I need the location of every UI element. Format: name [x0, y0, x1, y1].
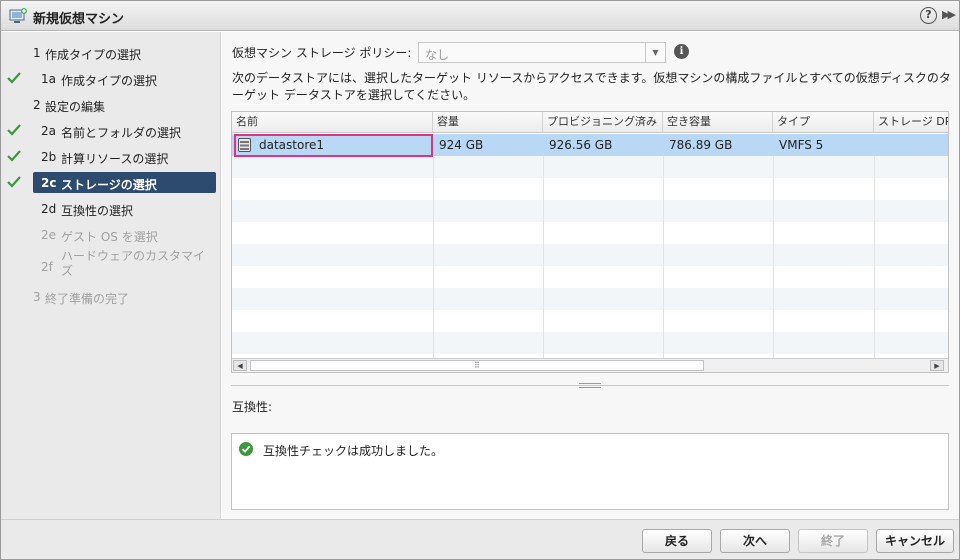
- panel-splitter[interactable]: [231, 383, 949, 389]
- scrollbar-thumb[interactable]: ⠿: [250, 360, 704, 371]
- help-icon[interactable]: ?: [920, 7, 937, 24]
- compatibility-result-box: 互換性チェックは成功しました。: [231, 433, 949, 510]
- step-label: ハードウェアのカスタマイズ: [61, 249, 206, 278]
- step-label: 作成タイプの選択: [45, 48, 142, 62]
- step-number: 2b: [41, 150, 57, 164]
- step-2e: 2e ゲスト OS を選択: [1, 224, 221, 246]
- step-2b[interactable]: 2b 計算リソースの選択: [1, 146, 221, 168]
- empty-row: [232, 178, 948, 200]
- step-number: 2e: [41, 228, 57, 242]
- storage-policy-label: 仮想マシン ストレージ ポリシー:: [232, 46, 412, 60]
- step-label: 終了準備の完了: [45, 292, 130, 306]
- storage-selection-panel: 仮想マシン ストレージ ポリシー: なし ▼ i 次のデータストアには、選択した…: [222, 32, 959, 519]
- check-icon: [7, 176, 21, 188]
- datastore-provisioned: 926.56 GB: [549, 138, 613, 152]
- step-number: 3: [33, 290, 41, 304]
- step-label: ストレージの選択: [61, 178, 157, 192]
- empty-row: [232, 332, 948, 354]
- back-button[interactable]: 戻る: [642, 529, 712, 553]
- table-header: 名前 容量 プロビジョニング済み 空き容量 タイプ ストレージ DRS: [232, 112, 948, 133]
- chevron-down-icon[interactable]: ▼: [645, 43, 665, 62]
- wizard-steps-sidebar: 1 作成タイプの選択 1a 作成タイプの選択 2 設定の編集 2a 名前とフォル…: [1, 32, 221, 519]
- datastore-storage-drs: [874, 134, 948, 156]
- column-divider: [543, 134, 544, 358]
- title-bar: 新規仮想マシン ? ▶▶: [1, 1, 959, 31]
- step-label: 名前とフォルダの選択: [61, 126, 182, 140]
- step-number: 2a: [41, 124, 56, 138]
- step-number: 1a: [41, 72, 56, 86]
- step-1: 1 作成タイプの選択: [1, 42, 221, 64]
- horizontal-scrollbar[interactable]: ◀ ⠿ ▶: [232, 358, 948, 372]
- empty-row: [232, 222, 948, 244]
- grip-icon: ⠿: [474, 361, 480, 370]
- window-title: 新規仮想マシン: [33, 12, 125, 27]
- table-row[interactable]: datastore1 924 GB 926.56 GB 786.89 GB VM…: [232, 134, 948, 157]
- step-number: 1: [33, 46, 41, 60]
- check-icon: [7, 72, 21, 84]
- compatibility-message: 互換性チェックは成功しました。: [263, 444, 444, 458]
- vm-icon: [9, 8, 27, 23]
- step-2c[interactable]: 2c ストレージの選択: [1, 172, 221, 194]
- step-number: 2f: [41, 260, 53, 274]
- step-2a[interactable]: 2a 名前とフォルダの選択: [1, 120, 221, 142]
- next-button[interactable]: 次へ: [720, 529, 790, 553]
- column-header-name[interactable]: 名前: [232, 112, 433, 133]
- column-header-free[interactable]: 空き容量: [663, 112, 773, 133]
- step-label: 設定の編集: [45, 100, 106, 114]
- column-header-type[interactable]: タイプ: [773, 112, 874, 133]
- datastore-free: 786.89 GB: [669, 138, 733, 152]
- step-label: 互換性の選択: [61, 204, 134, 218]
- finish-button: 終了: [798, 529, 868, 553]
- step-2d[interactable]: 2d 互換性の選択: [1, 198, 221, 220]
- datastore-type: VMFS 5: [779, 138, 824, 152]
- info-icon[interactable]: i: [674, 44, 689, 59]
- empty-row: [232, 156, 948, 178]
- column-divider: [874, 134, 875, 358]
- column-header-storage-drs[interactable]: ストレージ DRS: [874, 112, 948, 133]
- check-icon: [7, 150, 21, 162]
- step-label: ゲスト OS を選択: [61, 230, 158, 244]
- empty-row: [232, 244, 948, 266]
- column-divider: [433, 134, 434, 358]
- success-check-icon: [239, 442, 253, 456]
- column-header-provisioned[interactable]: プロビジョニング済み: [543, 112, 663, 133]
- empty-row: [232, 200, 948, 222]
- column-divider: [773, 134, 774, 358]
- step-2f: 2f ハードウェアのカスタマイズ: [1, 249, 221, 284]
- empty-row: [232, 288, 948, 310]
- expand-icon[interactable]: ▶▶: [942, 8, 956, 21]
- datastore-capacity: 924 GB: [439, 138, 484, 152]
- focus-outline: [234, 134, 433, 157]
- compatibility-label: 互換性:: [232, 400, 273, 414]
- step-2: 2 設定の編集: [1, 94, 221, 116]
- scroll-left-icon[interactable]: ◀: [233, 360, 247, 371]
- step-1a[interactable]: 1a 作成タイプの選択: [1, 68, 221, 90]
- step-label: 計算リソースの選択: [61, 152, 169, 166]
- scroll-right-icon[interactable]: ▶: [930, 360, 944, 371]
- step-label: 作成タイプの選択: [61, 74, 158, 88]
- check-icon: [7, 124, 21, 136]
- storage-policy-value: なし: [425, 48, 450, 62]
- empty-row: [232, 310, 948, 332]
- step-number: 2: [33, 98, 41, 112]
- empty-row: [232, 266, 948, 288]
- splitter-handle-icon[interactable]: [579, 383, 601, 388]
- column-header-capacity[interactable]: 容量: [433, 112, 543, 133]
- table-body: datastore1 924 GB 926.56 GB 786.89 GB VM…: [232, 134, 948, 358]
- column-divider: [663, 134, 664, 358]
- step-3: 3 終了準備の完了: [1, 286, 221, 308]
- cancel-button[interactable]: キャンセル: [876, 529, 954, 553]
- step-number: 2c: [41, 176, 57, 190]
- datastore-table: 名前 容量 プロビジョニング済み 空き容量 タイプ ストレージ DRS: [231, 111, 949, 373]
- datastore-description: 次のデータストアには、選択したターゲット リソースからアクセスできます。仮想マシ…: [232, 71, 951, 102]
- storage-policy-select[interactable]: なし ▼: [418, 42, 666, 63]
- wizard-footer: 戻る 次へ 終了 キャンセル: [1, 519, 959, 559]
- step-number: 2d: [41, 202, 57, 216]
- new-vm-wizard-window: 新規仮想マシン ? ▶▶ 1 作成タイプの選択 1a 作成タイプの選択 2 設定…: [0, 0, 960, 560]
